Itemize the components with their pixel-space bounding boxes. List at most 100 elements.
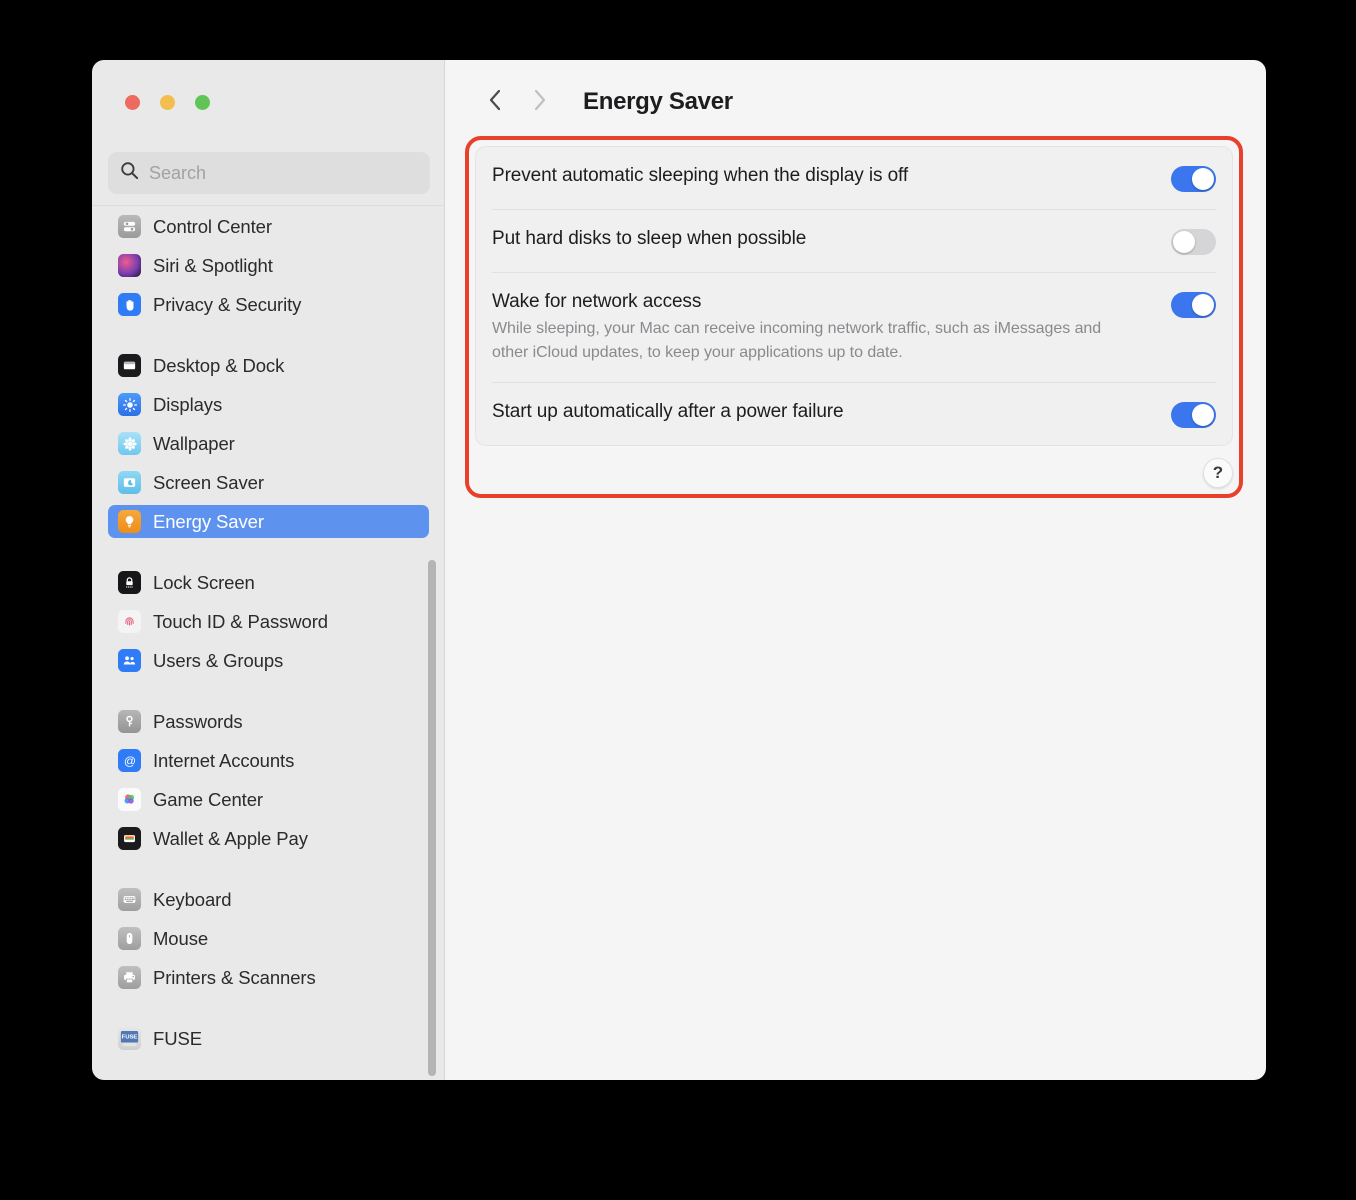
sidebar-group-divider <box>108 327 429 349</box>
sidebar-item-keyboard[interactable]: Keyboard <box>108 883 429 916</box>
scrollbar-thumb[interactable] <box>428 560 436 1076</box>
toggle-knob <box>1192 294 1214 316</box>
sidebar-item-internet-accounts[interactable]: @ Internet Accounts <box>108 744 429 777</box>
sidebar-item-label: Internet Accounts <box>153 749 295 771</box>
sidebar-item-label: Game Center <box>153 788 263 810</box>
svg-text:@: @ <box>123 753 135 767</box>
sidebar-item-energy-saver[interactable]: Energy Saver <box>108 505 429 538</box>
sidebar-divider <box>92 205 445 206</box>
sidebar-item-mouse[interactable]: Mouse <box>108 922 429 955</box>
sidebar-item-printers-scanners[interactable]: Printers & Scanners <box>108 961 429 994</box>
close-button[interactable] <box>125 95 140 110</box>
toolbar: Energy Saver <box>445 60 1266 144</box>
row-text: Wake for network access While sleeping, … <box>492 290 1142 365</box>
sidebar-item-passwords[interactable]: Passwords <box>108 705 429 738</box>
help-row: ? <box>475 446 1233 488</box>
sidebar-item-label: Printers & Scanners <box>153 966 316 988</box>
sidebar-item-label: Siri & Spotlight <box>153 254 273 276</box>
toggle-wake-for-network[interactable] <box>1171 292 1216 318</box>
chevron-right-icon <box>530 87 549 118</box>
sidebar-item-wallet-apple-pay[interactable]: Wallet & Apple Pay <box>108 822 429 855</box>
desktop-dock-icon <box>118 354 141 377</box>
sidebar-item-game-center[interactable]: Game Center <box>108 783 429 816</box>
sidebar-item-label: FUSE <box>153 1027 202 1049</box>
energy-saver-bulb-icon <box>118 510 141 533</box>
sidebar-item-label: Wallpaper <box>153 432 235 454</box>
sidebar-item-control-center[interactable]: Control Center <box>108 210 429 243</box>
sidebar-item-touch-id-password[interactable]: Touch ID & Password <box>108 605 429 638</box>
search-icon <box>120 161 139 185</box>
screen-saver-icon <box>118 471 141 494</box>
sidebar-item-screen-saver[interactable]: Screen Saver <box>108 466 429 499</box>
maximize-button[interactable] <box>195 95 210 110</box>
main-pane: Energy Saver Prevent automatic sleeping … <box>445 60 1266 1080</box>
sidebar-item-lock-screen[interactable]: Lock Screen <box>108 566 429 599</box>
wallet-icon <box>118 827 141 850</box>
keyboard-icon <box>118 888 141 911</box>
sidebar-item-label: Desktop & Dock <box>153 354 285 376</box>
sidebar-item-fuse[interactable]: FUSE FUSE <box>108 1022 429 1055</box>
printer-icon <box>118 966 141 989</box>
chevron-left-icon <box>486 87 505 118</box>
sidebar-item-label: Control Center <box>153 215 272 237</box>
svg-text:FUSE: FUSE <box>122 1035 138 1041</box>
toggle-knob <box>1192 404 1214 426</box>
sidebar-group-divider <box>108 683 429 705</box>
sidebar-item-wallpaper[interactable]: Wallpaper <box>108 427 429 460</box>
siri-icon <box>118 254 141 277</box>
toggle-knob <box>1173 231 1195 253</box>
sidebar-item-label: Users & Groups <box>153 649 284 671</box>
row-text: Prevent automatic sleeping when the disp… <box>492 164 928 188</box>
passwords-key-icon <box>118 710 141 733</box>
touch-id-fingerprint-icon <box>118 610 141 633</box>
toggle-prevent-sleep[interactable] <box>1171 166 1216 192</box>
lock-screen-icon <box>118 571 141 594</box>
back-button[interactable] <box>473 80 517 124</box>
sidebar-item-label: Privacy & Security <box>153 293 302 315</box>
search-field[interactable] <box>108 152 430 194</box>
users-groups-icon <box>118 649 141 672</box>
sidebar-item-label: Touch ID & Password <box>153 610 328 632</box>
sidebar-group-divider <box>108 1000 429 1022</box>
page-title: Energy Saver <box>583 88 733 115</box>
sidebar-item-label: Wallet & Apple Pay <box>153 827 308 849</box>
sidebar-scrollbar[interactable] <box>428 560 437 1076</box>
toggle-knob <box>1192 168 1214 190</box>
row-text: Start up automatically after a power fai… <box>492 400 864 424</box>
sidebar-item-desktop-dock[interactable]: Desktop & Dock <box>108 349 429 382</box>
sidebar-item-privacy-security[interactable]: Privacy & Security <box>108 288 429 321</box>
setting-title: Put hard disks to sleep when possible <box>492 228 807 249</box>
system-settings-window: Control Center Siri & Spotlight Privacy … <box>92 60 1266 1080</box>
sidebar-item-label: Energy Saver <box>153 510 264 532</box>
window-controls <box>125 95 210 110</box>
forward-button[interactable] <box>517 80 561 124</box>
sidebar-item-label: Screen Saver <box>153 471 264 493</box>
sidebar-item-label: Passwords <box>153 710 243 732</box>
setting-row-hard-disk-sleep[interactable]: Put hard disks to sleep when possible <box>476 209 1232 272</box>
setting-title: Start up automatically after a power fai… <box>492 401 844 422</box>
internet-accounts-at-icon: @ <box>118 749 141 772</box>
sidebar-item-label: Lock Screen <box>153 571 255 593</box>
help-button[interactable]: ? <box>1203 458 1233 488</box>
game-center-icon <box>118 788 141 811</box>
sidebar-nav-list: Control Center Siri & Spotlight Privacy … <box>92 210 445 1080</box>
setting-title: Wake for network access <box>492 291 702 312</box>
minimize-button[interactable] <box>160 95 175 110</box>
setting-row-wake-for-network[interactable]: Wake for network access While sleeping, … <box>476 272 1232 382</box>
mouse-icon <box>118 927 141 950</box>
sidebar-item-label: Displays <box>153 393 223 415</box>
privacy-hand-icon <box>118 293 141 316</box>
sidebar-item-label: Keyboard <box>153 888 232 910</box>
sidebar-item-label: Mouse <box>153 927 209 949</box>
sidebar-item-displays[interactable]: Displays <box>108 388 429 421</box>
sidebar-item-siri-spotlight[interactable]: Siri & Spotlight <box>108 249 429 282</box>
setting-row-prevent-sleep[interactable]: Prevent automatic sleeping when the disp… <box>476 147 1232 209</box>
wallpaper-flower-icon <box>118 432 141 455</box>
toggle-start-up-after-power-failure[interactable] <box>1171 402 1216 428</box>
toggle-hard-disk-sleep[interactable] <box>1171 229 1216 255</box>
row-text: Put hard disks to sleep when possible <box>492 227 826 251</box>
sidebar-item-users-groups[interactable]: Users & Groups <box>108 644 429 677</box>
sidebar-group-divider <box>108 544 429 566</box>
search-input[interactable] <box>149 162 418 184</box>
setting-row-start-up-after-power-failure[interactable]: Start up automatically after a power fai… <box>476 382 1232 445</box>
